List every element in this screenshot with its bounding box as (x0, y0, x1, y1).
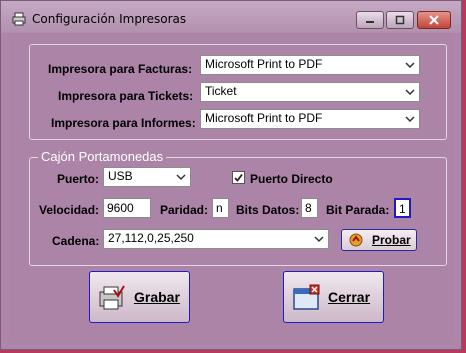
cerrar-button[interactable]: Cerrar (283, 271, 384, 323)
informes-select[interactable]: Microsoft Print to PDF (200, 109, 420, 129)
tickets-select[interactable]: Ticket (200, 82, 420, 102)
save-icon (99, 285, 125, 310)
puerto-label: Puerto: (57, 172, 99, 186)
informes-label: Impresora para Informes: (51, 116, 196, 130)
facturas-select-value: Microsoft Print to PDF (205, 57, 323, 71)
cadena-select-value: 27,112,0,25,250 (108, 231, 194, 245)
chevron-down-icon (405, 62, 415, 69)
velocidad-label: Velocidad: (39, 203, 100, 217)
cerrar-label: Cerrar (328, 289, 370, 305)
facturas-select[interactable]: Microsoft Print to PDF (200, 55, 420, 75)
cajon-legend: Cajón Portamonedas (38, 149, 167, 164)
puerto-directo-label: Puerto Directo (250, 172, 333, 186)
velocidad-input[interactable]: 9600 (103, 198, 151, 218)
probar-button[interactable]: Probar (341, 229, 417, 251)
check-icon (234, 173, 243, 182)
chevron-down-icon (405, 116, 415, 123)
window-title: Configuración Impresoras (32, 12, 187, 26)
maximize-button[interactable] (386, 11, 414, 29)
printer-icon (12, 12, 26, 26)
puerto-select-value: USB (108, 169, 133, 183)
close-button[interactable] (417, 11, 451, 29)
paridad-label: Paridad: (160, 203, 209, 217)
probar-icon (349, 233, 363, 247)
bit-parada-input[interactable]: 1 (394, 198, 411, 218)
chevron-down-icon (314, 236, 324, 243)
paridad-input[interactable]: n (212, 198, 229, 218)
printers-group: Impresora para Facturas: Microsoft Print… (29, 44, 447, 140)
probar-label-text: Probar (372, 233, 411, 247)
grabar-label: Grabar (134, 289, 180, 305)
config-window: Configuración Impresoras Impresora para … (0, 0, 462, 350)
exit-icon (293, 284, 320, 310)
maximize-icon (395, 15, 405, 25)
tickets-label: Impresora para Tickets: (58, 89, 194, 103)
tickets-select-value: Ticket (205, 84, 237, 98)
cadena-label: Cadena: (52, 234, 100, 248)
puerto-directo-checkbox[interactable] (232, 171, 245, 184)
close-icon (429, 15, 439, 25)
grabar-label-text: Grabar (134, 289, 180, 305)
dialog-body: Impresora para Facturas: Microsoft Print… (9, 33, 453, 343)
chevron-down-icon (176, 174, 186, 181)
grabar-button[interactable]: Grabar (89, 271, 190, 323)
cerrar-label-text: Cerrar (328, 289, 371, 305)
chevron-down-icon (405, 89, 415, 96)
minimize-icon (366, 21, 374, 23)
bit-parada-label: Bit Parada: (326, 203, 390, 217)
bits-datos-input[interactable]: 8 (301, 198, 318, 218)
minimize-button[interactable] (356, 11, 384, 29)
bits-datos-label: Bits Datos: (236, 203, 300, 217)
title-bar[interactable]: Configuración Impresoras (1, 1, 461, 33)
probar-label: Probar (372, 233, 411, 247)
puerto-select[interactable]: USB (103, 167, 191, 187)
cadena-select[interactable]: 27,112,0,25,250 (103, 229, 329, 249)
facturas-label: Impresora para Facturas: (48, 62, 193, 76)
informes-select-value: Microsoft Print to PDF (205, 111, 323, 125)
